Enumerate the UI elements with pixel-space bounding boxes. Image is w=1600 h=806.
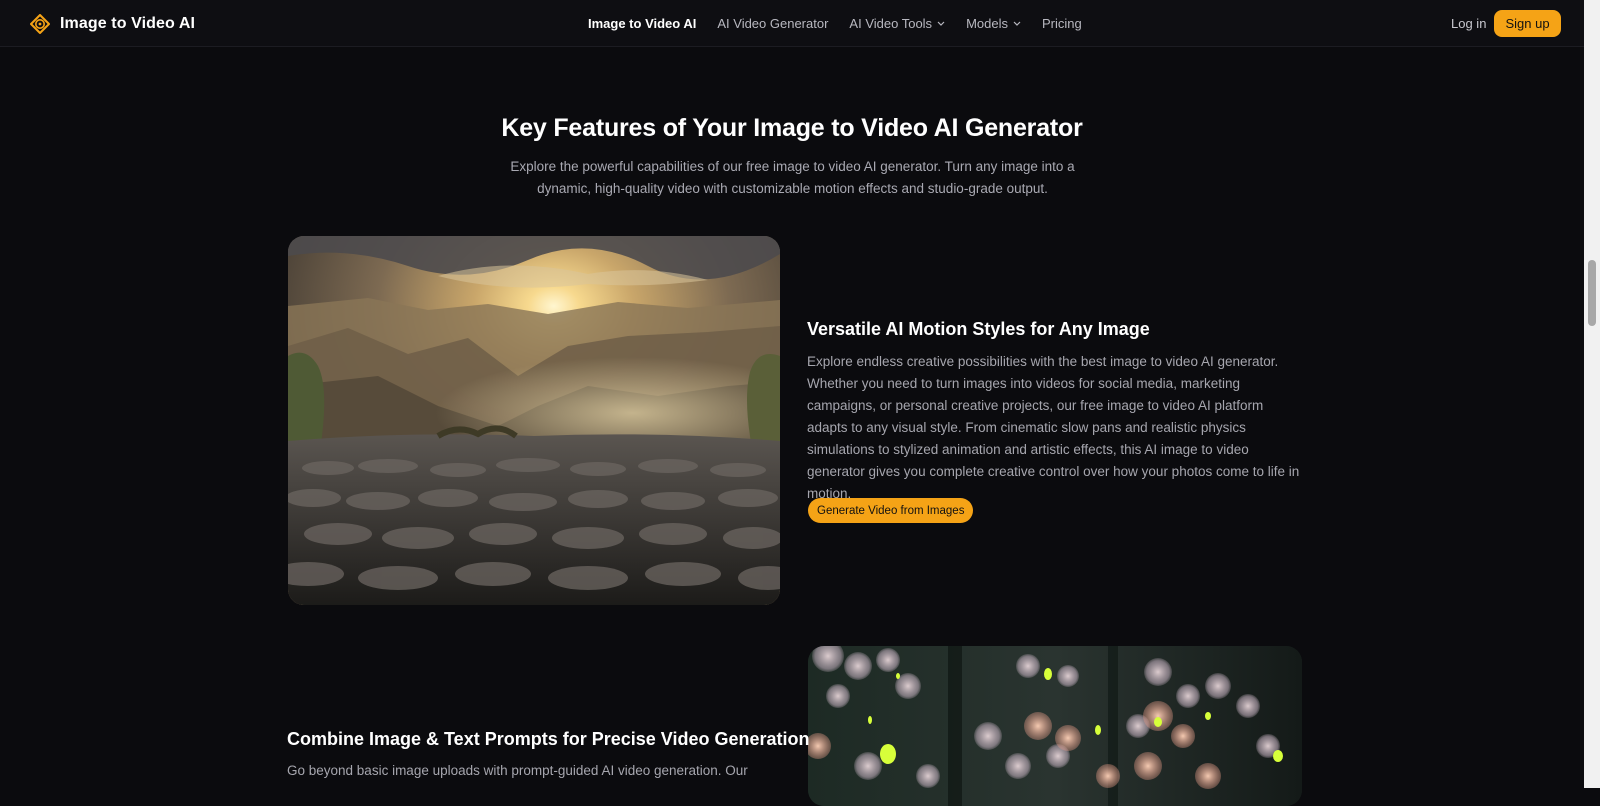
feature-description: Explore endless creative possibilities w… bbox=[807, 354, 1300, 501]
main-nav: Image to Video AI AI Video Generator AI … bbox=[588, 0, 1103, 47]
nav-pricing[interactable]: Pricing bbox=[1042, 16, 1082, 31]
logo-icon bbox=[30, 14, 50, 34]
page-scrollbar[interactable] bbox=[1584, 0, 1600, 788]
scrollbar-thumb[interactable] bbox=[1588, 260, 1596, 326]
nav-label: Image to Video AI bbox=[588, 16, 697, 31]
chevron-down-icon bbox=[937, 21, 945, 26]
feature-title: Versatile AI Motion Styles for Any Image bbox=[807, 319, 1150, 339]
nav-ai-video-generator[interactable]: AI Video Generator bbox=[717, 16, 828, 31]
top-navbar: Image to Video AI Image to Video AI AI V… bbox=[0, 0, 1584, 47]
feature-title: Combine Image & Text Prompts for Precise… bbox=[287, 729, 810, 749]
signup-button[interactable]: Sign up bbox=[1494, 10, 1561, 37]
section-subtitle: Explore the powerful capabilities of our… bbox=[510, 159, 1075, 196]
nav-label: Models bbox=[966, 16, 1008, 31]
nav-models[interactable]: Models bbox=[966, 16, 1021, 31]
generate-video-button[interactable]: Generate Video from Images bbox=[808, 498, 974, 523]
feature-image-canyon-sunset bbox=[288, 236, 780, 605]
login-link[interactable]: Log in bbox=[1451, 16, 1486, 31]
feature-description: Go beyond basic image uploads with promp… bbox=[287, 763, 748, 778]
brand-name: Image to Video AI bbox=[60, 15, 196, 32]
nav-label: AI Video Generator bbox=[717, 16, 829, 31]
nav-label: Pricing bbox=[1041, 16, 1082, 31]
nav-label: AI Video Tools bbox=[849, 16, 933, 31]
feature-image-bokeh bbox=[808, 646, 1302, 806]
brand-link[interactable]: Image to Video AI bbox=[30, 13, 195, 35]
chevron-down-icon bbox=[1013, 21, 1021, 26]
nav-image-to-video[interactable]: Image to Video AI bbox=[588, 16, 696, 31]
nav-ai-video-tools[interactable]: AI Video Tools bbox=[849, 16, 945, 31]
section-title: Key Features of Your Image to Video AI G… bbox=[501, 114, 1083, 142]
